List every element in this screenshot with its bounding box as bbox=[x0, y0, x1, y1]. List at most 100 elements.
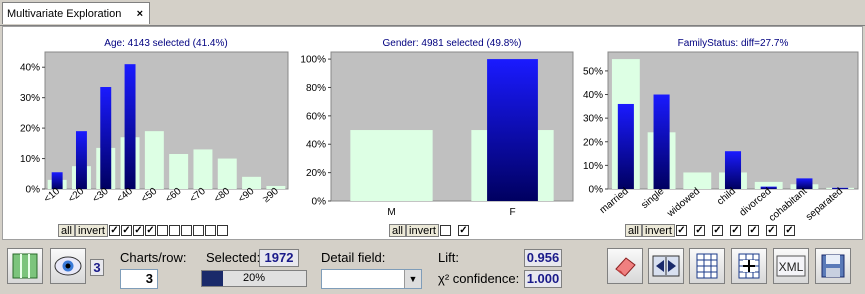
charts-panel: Age: 4143 selected (41.4%) 0% 10% 20% 30% 40%… bbox=[2, 26, 863, 240]
age-base-bar-50 bbox=[144, 131, 164, 189]
gender-base-bar-m bbox=[350, 130, 433, 201]
chi-confidence-label: χ² confidence: bbox=[438, 271, 520, 286]
save-button[interactable] bbox=[815, 248, 851, 284]
add-table-icon bbox=[738, 253, 760, 279]
gender-filter-checkbox-m[interactable] bbox=[439, 224, 451, 236]
gender-selected-bar-f bbox=[487, 59, 538, 201]
gender-ytick-label: 40% bbox=[306, 140, 326, 151]
eraser-button[interactable] bbox=[607, 248, 643, 284]
familystatus-all-button[interactable]: all bbox=[625, 223, 643, 237]
chevron-down-icon[interactable]: ▼ bbox=[404, 270, 421, 288]
chi-confidence-value: 1.000 bbox=[524, 270, 562, 288]
familystatus-selected-bar-child bbox=[724, 151, 742, 189]
age-filter-checkbox-50[interactable] bbox=[156, 224, 168, 236]
eye-button[interactable] bbox=[50, 248, 86, 284]
svg-text:XML: XML bbox=[779, 260, 804, 274]
familystatus-base-bar-widowed bbox=[683, 172, 712, 189]
columns-button[interactable] bbox=[7, 248, 43, 284]
gender-controls: all invert ✓ bbox=[389, 223, 469, 237]
age-filter-checkbox-70[interactable] bbox=[180, 224, 192, 236]
count-badge: 3 bbox=[90, 259, 104, 276]
lift-label: Lift: bbox=[438, 250, 459, 265]
lift-value: 0.956 bbox=[524, 249, 562, 267]
close-icon[interactable]: × bbox=[137, 8, 143, 20]
eraser-icon bbox=[615, 257, 636, 277]
familystatus-xtick-label: cohabitant bbox=[767, 186, 810, 224]
charts-canvas: Age: 4143 selected (41.4%) 0% 10% 20% 30% 40%… bbox=[20, 38, 859, 224]
progress-label: 20% bbox=[242, 272, 266, 284]
split-button[interactable] bbox=[648, 248, 684, 284]
age-base-bar-70 bbox=[193, 149, 213, 189]
gender-ytick-label: 0% bbox=[312, 197, 327, 208]
age-ytick-label: 20% bbox=[20, 124, 40, 135]
age-filter-checkbox-80[interactable] bbox=[192, 224, 204, 236]
xml-icon: XML bbox=[776, 255, 806, 277]
familystatus-filter-checkbox-child[interactable]: ✓ bbox=[729, 224, 741, 236]
gender-chart-title: Gender: 4981 selected (49.8%) bbox=[383, 38, 522, 49]
age-chart-title: Age: 4143 selected (41.4%) bbox=[104, 38, 227, 49]
age-all-button[interactable]: all bbox=[58, 223, 76, 237]
age-selected-bar-40 bbox=[124, 64, 136, 189]
age-base-bar-80 bbox=[217, 158, 237, 189]
age-controls: all invert ✓ ✓ ✓ ✓ bbox=[58, 223, 228, 237]
familystatus-ytick-label: 0% bbox=[589, 185, 604, 196]
age-filter-checkbox-90[interactable] bbox=[204, 224, 216, 236]
gender-filter-checkbox-f[interactable]: ✓ bbox=[457, 224, 469, 236]
gender-all-button[interactable]: all bbox=[389, 223, 407, 237]
gender-ytick-label: 60% bbox=[306, 111, 326, 122]
detail-field-label: Detail field: bbox=[321, 250, 386, 265]
age-filter-checkbox-90[interactable] bbox=[216, 224, 228, 236]
familystatus-selected-bar-cohabitant bbox=[796, 178, 813, 189]
age-filter-checkbox-40[interactable]: ✓ bbox=[144, 224, 156, 236]
add-table-button[interactable] bbox=[731, 248, 767, 284]
gender-ytick-label: 20% bbox=[306, 168, 326, 179]
age-filter-checkbox-60[interactable] bbox=[168, 224, 180, 236]
save-icon bbox=[821, 254, 845, 278]
familystatus-ytick-label: 10% bbox=[583, 161, 603, 172]
charts-per-row-label: Charts/row: bbox=[120, 250, 187, 265]
charts-per-row-input[interactable]: 3 bbox=[120, 269, 158, 289]
familystatus-xtick-label: widowed bbox=[665, 186, 703, 220]
selected-progress-bar: 20% bbox=[201, 270, 307, 287]
familystatus-xtick-label: separated bbox=[804, 186, 845, 223]
age-filter-checkbox-10[interactable]: ✓ bbox=[108, 224, 120, 236]
familystatus-filter-checkbox-widowed[interactable]: ✓ bbox=[711, 224, 723, 236]
tab-multivariate-exploration[interactable]: Multivariate Exploration × bbox=[2, 2, 150, 24]
selected-value: 1972 bbox=[259, 249, 299, 267]
age-filter-checkbox-30[interactable]: ✓ bbox=[132, 224, 144, 236]
familystatus-filter-checkbox-separated[interactable]: ✓ bbox=[783, 224, 795, 236]
age-ytick-label: 30% bbox=[20, 93, 40, 104]
table-icon bbox=[696, 253, 718, 279]
age-selected-bar-30 bbox=[100, 87, 112, 189]
xml-button[interactable]: XML bbox=[773, 248, 809, 284]
tab-bar: Multivariate Exploration × bbox=[0, 0, 865, 26]
age-invert-button[interactable]: invert bbox=[75, 223, 108, 237]
gender-invert-button[interactable]: invert bbox=[406, 223, 439, 237]
detail-field-select[interactable]: ▼ bbox=[321, 269, 422, 289]
eye-icon bbox=[54, 256, 82, 276]
gender-xtick-label: M bbox=[387, 207, 395, 218]
age-filter-checkbox-20[interactable]: ✓ bbox=[120, 224, 132, 236]
gender-xtick-label: F bbox=[509, 207, 515, 218]
familystatus-ytick-label: 20% bbox=[583, 137, 603, 148]
familystatus-ytick-label: 30% bbox=[583, 114, 603, 125]
familystatus-chart-title: FamilyStatus: diff=27.7% bbox=[678, 38, 789, 49]
familystatus-filter-checkbox-cohabitant[interactable]: ✓ bbox=[765, 224, 777, 236]
gender-ytick-label: 80% bbox=[306, 83, 326, 94]
columns-icon bbox=[12, 253, 38, 279]
familystatus-selected-bar-married bbox=[617, 103, 634, 189]
age-ytick-label: 40% bbox=[20, 63, 40, 74]
familystatus-selected-bar-single bbox=[653, 94, 670, 189]
familystatus-ytick-label: 50% bbox=[583, 66, 603, 77]
familystatus-controls: all invert ✓ ✓ ✓ ✓ ✓ ✓ ✓ bbox=[625, 223, 795, 237]
gender-ytick-label: 100% bbox=[300, 55, 326, 66]
familystatus-filter-checkbox-single[interactable]: ✓ bbox=[693, 224, 705, 236]
tab-title: Multivariate Exploration bbox=[7, 7, 122, 20]
table-button[interactable] bbox=[689, 248, 725, 284]
familystatus-ytick-label: 40% bbox=[583, 90, 603, 101]
age-selected-bar-20 bbox=[75, 131, 87, 189]
familystatus-filter-checkbox-divorced[interactable]: ✓ bbox=[747, 224, 759, 236]
familystatus-invert-button[interactable]: invert bbox=[642, 223, 675, 237]
age-ytick-label: 0% bbox=[26, 185, 41, 196]
familystatus-filter-checkbox-married[interactable]: ✓ bbox=[675, 224, 687, 236]
